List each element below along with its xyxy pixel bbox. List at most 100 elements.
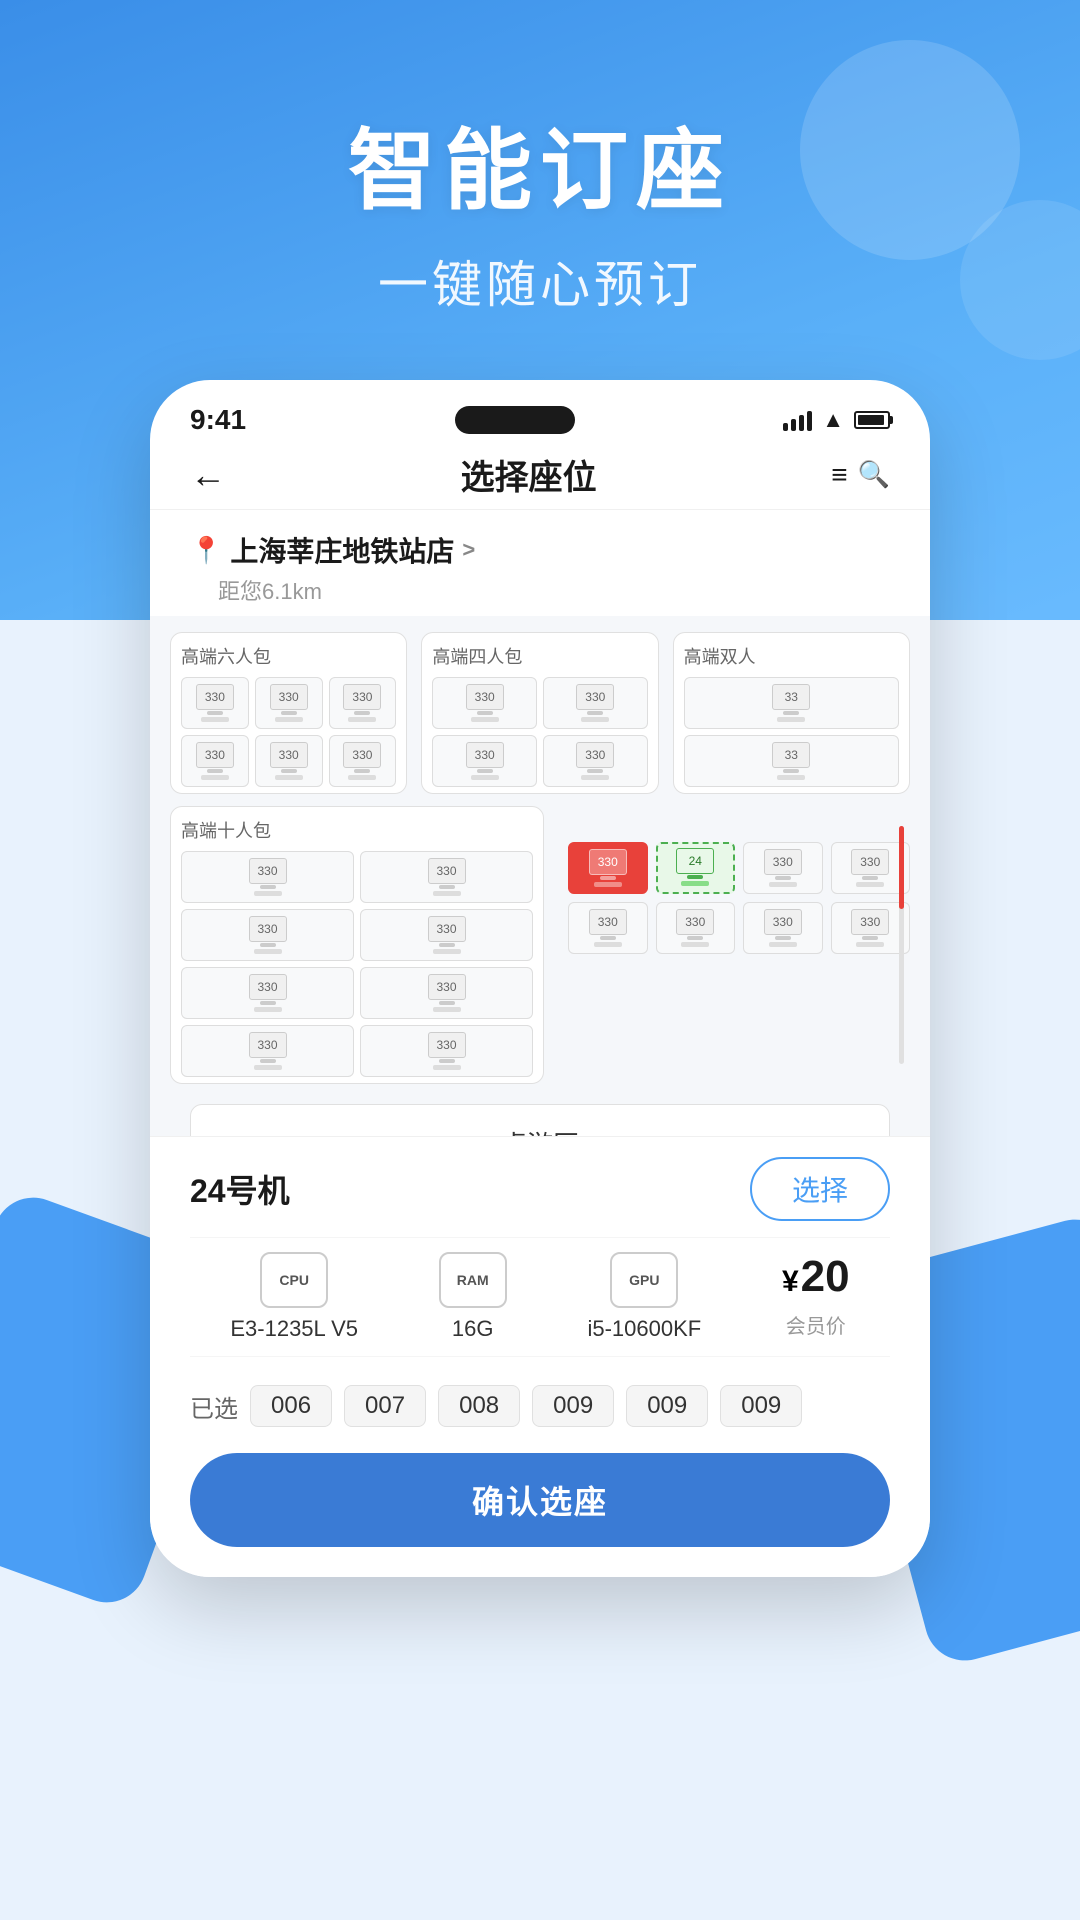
- seat-item[interactable]: 330: [543, 735, 648, 787]
- hero-subtitle: 一键随心预订: [0, 245, 1080, 317]
- room-6person: 高端六人包 330 330 330: [170, 632, 407, 794]
- filter-icon[interactable]: ≡: [831, 459, 847, 491]
- spec-gpu: GPU i5-10600KF: [587, 1252, 701, 1342]
- confirm-button[interactable]: 确认选座: [190, 1453, 890, 1547]
- table-zone: 桌游区: [190, 1104, 890, 1136]
- room-4person-seats: 330 330 330: [432, 677, 647, 787]
- select-button[interactable]: 选择: [750, 1157, 890, 1221]
- seat-item[interactable]: 330: [360, 967, 533, 1019]
- phone-mockup: 9:41 ▲ ← 选择座位 ≡ 🔍 📍 上海莘庄地铁站店 >: [150, 380, 930, 1577]
- cpu-icon: CPU: [260, 1252, 328, 1308]
- top-rooms-row: 高端六人包 330 330 330: [170, 632, 910, 794]
- room-6person-label: 高端六人包: [181, 643, 396, 669]
- battery-fill: [858, 415, 884, 425]
- signal-bar-2: [791, 419, 796, 431]
- machine-info-row: 24号机 选择: [190, 1157, 890, 1221]
- price-symbol: ¥: [782, 1265, 799, 1299]
- hero-title: 智能订座: [0, 100, 1080, 227]
- big-room-row: 高端十人包 330 330 330: [170, 806, 910, 1084]
- room-big-right-wrapper: 330 24 330: [558, 806, 910, 1084]
- seat-item[interactable]: 330: [743, 902, 823, 954]
- table-zone-label: 桌游区: [501, 1130, 579, 1136]
- room-big-right-seats: 330 24 330: [558, 806, 910, 954]
- room-4person: 高端四人包 330 330 330: [421, 632, 658, 794]
- nav-right-icons: ≡ 🔍: [831, 459, 890, 491]
- seat-item[interactable]: 330: [181, 851, 354, 903]
- selected-seat-4[interactable]: 009: [532, 1385, 614, 1427]
- room-10person-label: 高端十人包: [181, 817, 533, 843]
- seat-item[interactable]: 330: [181, 967, 354, 1019]
- seat-map-inner: 高端六人包 330 330 330: [150, 616, 930, 1136]
- seat-item[interactable]: 330: [432, 735, 537, 787]
- battery-icon: [854, 411, 890, 429]
- cpu-value: E3-1235L V5: [230, 1316, 358, 1342]
- selected-seat-3[interactable]: 008: [438, 1385, 520, 1427]
- ram-icon: RAM: [439, 1252, 507, 1308]
- room-2person-label: 高端双人: [684, 643, 899, 669]
- status-icons: ▲: [783, 407, 890, 433]
- page-title: 选择座位: [461, 450, 597, 499]
- back-button[interactable]: ←: [190, 454, 226, 496]
- store-chevron: >: [462, 537, 475, 563]
- seat-item[interactable]: 330: [329, 677, 397, 729]
- search-icon[interactable]: 🔍: [858, 459, 890, 490]
- seat-occupied[interactable]: 330: [568, 842, 648, 894]
- seat-item[interactable]: 330: [543, 677, 648, 729]
- seat-item[interactable]: 330: [181, 1025, 354, 1077]
- selected-seats-row: 已选 006 007 008 009 009 009: [190, 1373, 890, 1439]
- selected-seat-6[interactable]: 009: [720, 1385, 802, 1427]
- nav-bar: ← 选择座位 ≡ 🔍: [150, 440, 930, 510]
- seat-map[interactable]: 高端六人包 330 330 330: [150, 616, 930, 1136]
- selected-seat-1[interactable]: 006: [250, 1385, 332, 1427]
- room-big-left-seats: 330 330 330: [181, 851, 533, 1077]
- store-info: 📍 上海莘庄地铁站店 > 距您6.1km: [150, 510, 930, 616]
- map-scrollbar-thumb: [899, 826, 904, 909]
- seat-item[interactable]: 33: [684, 735, 899, 787]
- seat-item[interactable]: 330: [181, 677, 249, 729]
- signal-bar-4: [807, 411, 812, 431]
- price-value: 20: [801, 1252, 850, 1302]
- spec-ram: RAM 16G: [439, 1252, 507, 1342]
- seat-selected[interactable]: 24: [656, 842, 736, 894]
- dynamic-island: [455, 406, 575, 434]
- seat-item[interactable]: 330: [181, 909, 354, 961]
- spec-price: ¥ 20 会员价: [782, 1252, 850, 1339]
- spec-cpu: CPU E3-1235L V5: [230, 1252, 358, 1342]
- seat-item[interactable]: 330: [181, 735, 249, 787]
- store-name: 上海莘庄地铁站店: [230, 530, 454, 570]
- seat-item[interactable]: 330: [432, 677, 537, 729]
- seat-item[interactable]: 330: [656, 902, 736, 954]
- gpu-icon: GPU: [610, 1252, 678, 1308]
- room-2person-seats: 33 33: [684, 677, 899, 787]
- store-name-row[interactable]: 📍 上海莘庄地铁站店 >: [190, 530, 890, 570]
- seat-item[interactable]: 330: [329, 735, 397, 787]
- seat-item[interactable]: 33: [684, 677, 899, 729]
- map-scrollbar: [899, 826, 904, 1064]
- ram-value: 16G: [452, 1316, 494, 1342]
- room-4person-label: 高端四人包: [432, 643, 647, 669]
- selected-seat-2[interactable]: 007: [344, 1385, 426, 1427]
- store-distance: 距您6.1km: [218, 574, 890, 606]
- room-big-left: 高端十人包 330 330 330: [170, 806, 544, 1084]
- wifi-icon: ▲: [822, 407, 844, 433]
- status-bar: 9:41 ▲: [150, 380, 930, 440]
- seat-item[interactable]: 330: [743, 842, 823, 894]
- location-icon: 📍: [190, 535, 222, 566]
- status-time: 9:41: [190, 404, 246, 436]
- seat-item[interactable]: 330: [568, 902, 648, 954]
- seat-item[interactable]: 330: [255, 735, 323, 787]
- price-display: ¥ 20: [782, 1252, 850, 1302]
- gpu-value: i5-10600KF: [587, 1316, 701, 1342]
- seat-item[interactable]: 330: [360, 851, 533, 903]
- signal-icon: [783, 409, 812, 431]
- signal-bar-3: [799, 415, 804, 431]
- seat-item[interactable]: 330: [360, 909, 533, 961]
- seat-item[interactable]: 330: [255, 677, 323, 729]
- price-label: 会员价: [786, 1310, 846, 1339]
- specs-row: CPU E3-1235L V5 RAM 16G GPU i5-10600KF: [190, 1237, 890, 1357]
- selected-label: 已选: [190, 1389, 238, 1424]
- selected-seat-5[interactable]: 009: [626, 1385, 708, 1427]
- bottom-panel: 24号机 选择 CPU E3-1235L V5 RAM 16G: [150, 1136, 930, 1577]
- room-6person-seats: 330 330 330: [181, 677, 396, 787]
- seat-item[interactable]: 330: [360, 1025, 533, 1077]
